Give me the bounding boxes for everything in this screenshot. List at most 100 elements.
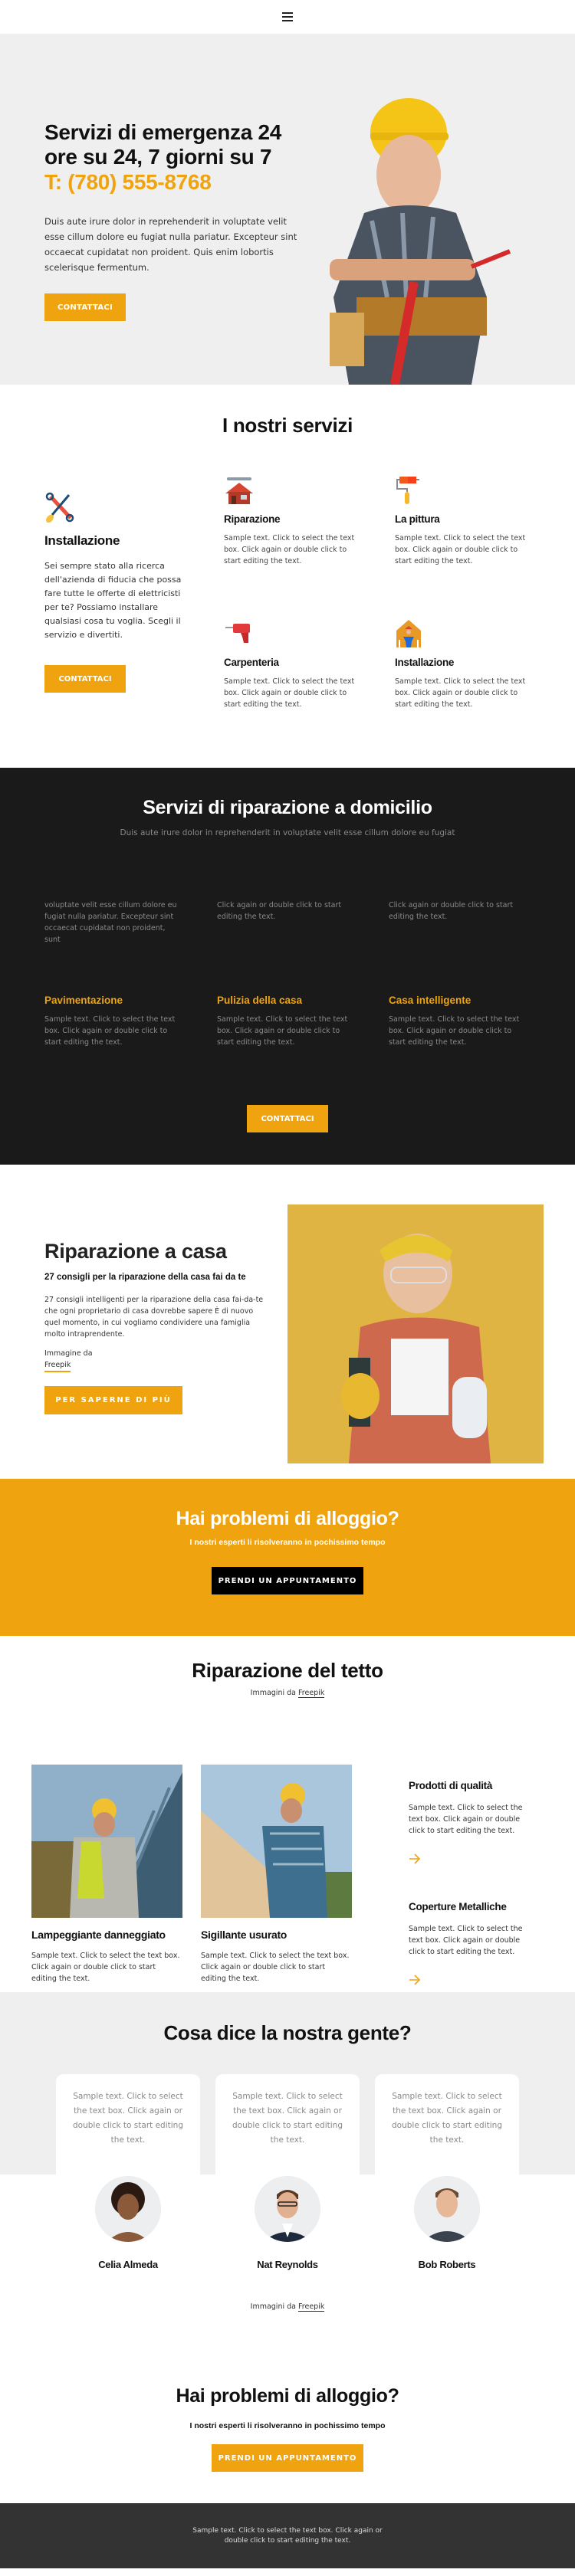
services-contact-button[interactable]: Contattaci bbox=[44, 665, 126, 693]
roof-feature: Coperture Metalliche Sample text. Click … bbox=[409, 1901, 531, 1985]
testimonials-section: Cosa dice la nostra gente? Sample text. … bbox=[0, 1992, 575, 2312]
arrow-right-icon[interactable] bbox=[409, 1853, 421, 1864]
home-service-item: Pavimentazione Sample text. Click to sel… bbox=[44, 995, 179, 1048]
image-credit: Immagini da Freepik bbox=[0, 1689, 575, 1698]
home-service-item: Casa intelligente Sample text. Click to … bbox=[389, 995, 523, 1048]
appointment-button[interactable]: Prendi un appuntamento bbox=[212, 1567, 363, 1594]
cta-title: Hai problemi di alloggio? bbox=[176, 2385, 399, 2407]
service-item: Installazione Sample text. Click to sele… bbox=[395, 618, 533, 710]
roof-feature-description: Sample text. Click to select the text bo… bbox=[409, 1804, 523, 1835]
service-title: La pittura bbox=[395, 513, 440, 525]
worker-with-hard-hat-photo bbox=[330, 98, 511, 385]
roof-card-title: Lampeggiante danneggiato bbox=[31, 1929, 166, 1941]
cta-section-yellow: Hai problemi di alloggio? I nostri esper… bbox=[0, 1479, 575, 1636]
freepik-link[interactable]: Freepik bbox=[298, 1689, 325, 1698]
testimonial-quote: Sample text. Click to select the text bo… bbox=[73, 2092, 183, 2145]
roof-card-title: Sigillante usurato bbox=[201, 1929, 288, 1941]
cta-subtitle: I nostri esperti li risolveranno in poch… bbox=[189, 2421, 386, 2430]
testimonial-name: Celia Almeda bbox=[98, 2259, 158, 2270]
arrow-right-icon[interactable] bbox=[409, 1975, 421, 1985]
hero-title: Servizi di emergenza 24 ore su 24, 7 gio… bbox=[44, 120, 282, 169]
roof-card: Sigillante usurato Sample text. Click to… bbox=[201, 1765, 352, 1984]
hero-text: Servizi di emergenza 24 ore su 24, 7 gio… bbox=[44, 120, 305, 321]
home-repair-text: Riparazione a casa 27 consigli per la ri… bbox=[44, 1240, 267, 1414]
service-main-description: Sei sempre stato alla ricerca dell'azien… bbox=[44, 561, 182, 640]
home-service-description: Sample text. Click to select the text bo… bbox=[217, 1015, 348, 1047]
testimonial-name: Nat Reynolds bbox=[257, 2259, 318, 2270]
home-repair-description: 27 consigli intelligenti per la riparazi… bbox=[44, 1296, 264, 1339]
roof-feature: Prodotti di qualità Sample text. Click t… bbox=[409, 1780, 531, 1864]
credit-prefix: Immagini da bbox=[250, 1689, 296, 1697]
drill-icon bbox=[225, 624, 250, 643]
roof-card: Lampeggiante danneggiato Sample text. Cl… bbox=[31, 1765, 182, 1984]
roof-card-description: Sample text. Click to select the text bo… bbox=[31, 1952, 180, 1983]
home-service-title: Pavimentazione bbox=[44, 995, 123, 1006]
top-bar bbox=[0, 0, 575, 34]
services-section: I nostri servizi Installazione Sei sempr… bbox=[0, 385, 575, 768]
service-item: Carpenteria Sample text. Click to select… bbox=[224, 618, 362, 710]
service-title: Carpenteria bbox=[224, 657, 279, 668]
home-service-description: Sample text. Click to select the text bo… bbox=[44, 1015, 176, 1047]
footer: Sample text. Click to select the text bo… bbox=[0, 2503, 575, 2568]
home-services-section: Servizi di riparazione a domicilio Duis … bbox=[0, 768, 575, 1165]
service-main-title: Installazione bbox=[44, 533, 120, 548]
testimonial-name: Bob Roberts bbox=[418, 2259, 476, 2270]
image-credit: Immagine da Freepik bbox=[44, 1348, 267, 1372]
home-repair-title: Riparazione a casa bbox=[44, 1240, 227, 1263]
roof-feature-title: Coperture Metalliche bbox=[409, 1901, 507, 1912]
services-title: I nostri servizi bbox=[222, 414, 353, 437]
worker-house-icon bbox=[396, 620, 421, 647]
home-service-description: Sample text. Click to select the text bo… bbox=[389, 1015, 520, 1047]
tools-crossed-icon bbox=[45, 492, 74, 523]
testimonial-quote: Sample text. Click to select the text bo… bbox=[392, 2092, 502, 2145]
freepik-link[interactable]: Freepik bbox=[298, 2302, 325, 2312]
home-repair-subtitle: 27 consigli per la riparazione della cas… bbox=[44, 1273, 246, 1282]
freepik-link[interactable]: Freepik bbox=[44, 1359, 71, 1372]
learn-more-button[interactable]: Per saperne di più bbox=[44, 1386, 182, 1414]
home-service-text-content: Click again or double click to start edi… bbox=[217, 901, 342, 921]
cta-title: Hai problemi di alloggio? bbox=[176, 1508, 399, 1529]
roof-feature-description: Sample text. Click to select the text bo… bbox=[409, 1925, 523, 1956]
service-item: Riparazione Sample text. Click to select… bbox=[224, 475, 362, 567]
hamburger-menu-icon[interactable] bbox=[282, 12, 293, 21]
contact-button[interactable]: Contattaci bbox=[44, 293, 126, 321]
testimonial-quote: Sample text. Click to select the text bo… bbox=[232, 2092, 343, 2145]
service-item: La pittura Sample text. Click to select … bbox=[395, 475, 533, 567]
service-description: Sample text. Click to select the text bo… bbox=[224, 677, 355, 709]
roofer-wood-roof-photo bbox=[201, 1765, 352, 1918]
cta-section-white: Hai problemi di alloggio? I nostri esper… bbox=[0, 2312, 575, 2503]
credit-prefix: Immagine da bbox=[44, 1349, 93, 1358]
home-service-item: Pulizia della casa Sample text. Click to… bbox=[217, 995, 351, 1048]
service-description: Sample text. Click to select the text bo… bbox=[224, 534, 355, 565]
roofer-metal-roof-photo bbox=[31, 1765, 182, 1918]
home-services-title: Servizi di riparazione a domicilio bbox=[143, 797, 432, 818]
appointment-button[interactable]: Prendi un appuntamento bbox=[212, 2444, 363, 2472]
service-title: Riparazione bbox=[224, 513, 281, 525]
roof-repair-section: Riparazione del tetto Immagini da Freepi… bbox=[0, 1636, 575, 1992]
avatar bbox=[414, 2176, 480, 2242]
hero-phone: T: (780) 555-8768 bbox=[44, 170, 212, 194]
home-service-text-content: Click again or double click to start edi… bbox=[389, 901, 514, 921]
service-main: Installazione Sei sempre stato alla rice… bbox=[44, 492, 182, 693]
image-credit: Immagini da Freepik bbox=[0, 2302, 575, 2312]
roof-card-description: Sample text. Click to select the text bo… bbox=[201, 1952, 350, 1983]
home-service-text: voluptate velit esse cillum dolore eu fu… bbox=[44, 900, 179, 946]
home-service-text-content: voluptate velit esse cillum dolore eu fu… bbox=[44, 901, 177, 944]
home-services-subtitle: Duis aute irure dolor in reprehenderit i… bbox=[120, 828, 455, 837]
credit-prefix: Immagini da bbox=[250, 2302, 296, 2311]
service-description: Sample text. Click to select the text bo… bbox=[395, 534, 526, 565]
service-title: Installazione bbox=[395, 657, 455, 668]
avatar bbox=[255, 2176, 320, 2242]
hero-section: Servizi di emergenza 24 ore su 24, 7 gio… bbox=[0, 34, 575, 385]
footer-text: Sample text. Click to select the text bo… bbox=[192, 2526, 383, 2545]
roof-feature-title: Prodotti di qualità bbox=[409, 1780, 493, 1791]
paint-roller-icon bbox=[396, 477, 419, 504]
home-service-text: Click again or double click to start edi… bbox=[217, 900, 351, 923]
avatar bbox=[95, 2176, 161, 2242]
service-description: Sample text. Click to select the text bo… bbox=[395, 677, 526, 709]
home-services-contact-button[interactable]: Contattaci bbox=[247, 1105, 328, 1132]
roof-repair-title: Riparazione del tetto bbox=[192, 1659, 383, 1682]
hero-description: Duis aute irure dolor in reprehenderit i… bbox=[44, 216, 297, 273]
woman-with-drill-photo bbox=[288, 1204, 544, 1463]
cta-subtitle: I nostri esperti li risolveranno in poch… bbox=[189, 1538, 386, 1547]
